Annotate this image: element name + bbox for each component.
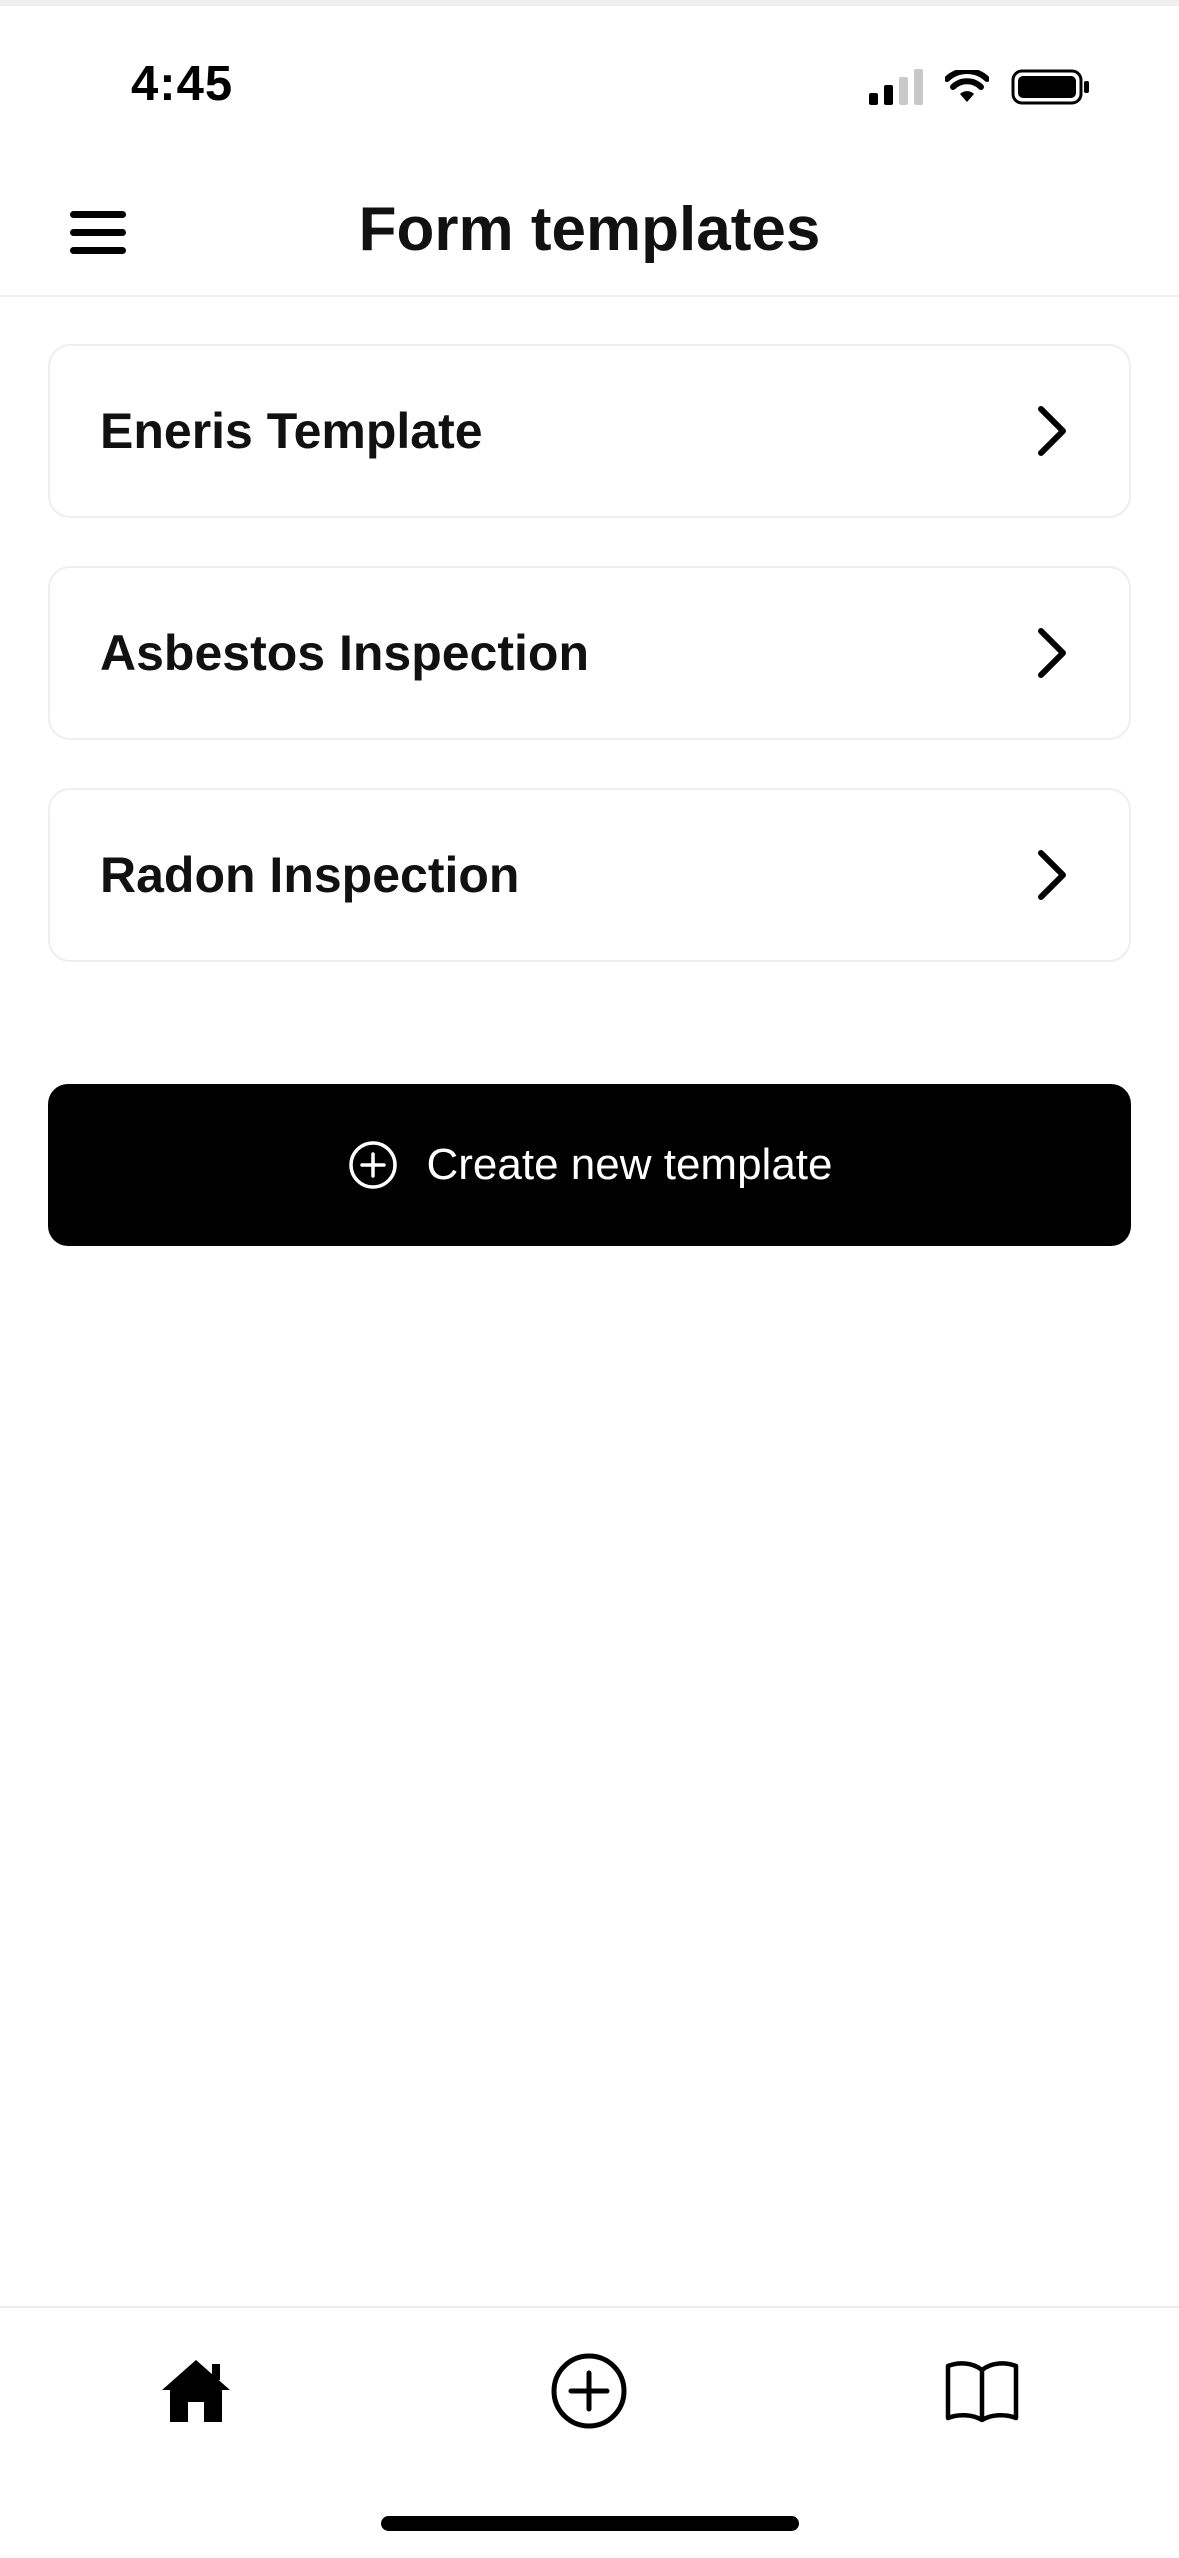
status-time: 4:45: [131, 57, 234, 111]
chevron-right-icon: [1038, 628, 1066, 678]
battery-icon: [1011, 69, 1089, 105]
chevron-right-icon: [1038, 850, 1066, 900]
status-bar: 4:45: [0, 0, 1179, 160]
wifi-icon: [945, 70, 989, 102]
cellular-signal-icon: [869, 69, 923, 105]
status-icons: [869, 62, 1091, 112]
create-new-template-button[interactable]: Create new template: [48, 1084, 1131, 1246]
home-indicator: [381, 2516, 799, 2531]
template-item-label: Radon Inspection: [100, 847, 520, 903]
tab-library[interactable]: [937, 2346, 1027, 2436]
home-icon: [162, 2360, 230, 2422]
nav-header: Form templates: [0, 160, 1179, 297]
create-button-label: Create new template: [426, 1140, 833, 1189]
page-title: Form templates: [358, 195, 821, 264]
template-item-radon-inspection[interactable]: Radon Inspection: [48, 788, 1131, 962]
plus-circle-icon: [348, 1141, 397, 1189]
tab-add[interactable]: [544, 2346, 634, 2436]
book-icon: [945, 2361, 1019, 2423]
template-item-asbestos-inspection[interactable]: Asbestos Inspection: [48, 566, 1131, 740]
template-item-eneris[interactable]: Eneris Template: [48, 344, 1131, 518]
template-list: Eneris Template Asbestos Inspection Rado…: [48, 344, 1131, 1010]
template-item-label: Asbestos Inspection: [100, 625, 589, 681]
plus-circle-icon: [551, 2353, 627, 2429]
chevron-right-icon: [1038, 406, 1066, 456]
template-item-label: Eneris Template: [100, 403, 483, 459]
tab-home[interactable]: [151, 2346, 241, 2436]
